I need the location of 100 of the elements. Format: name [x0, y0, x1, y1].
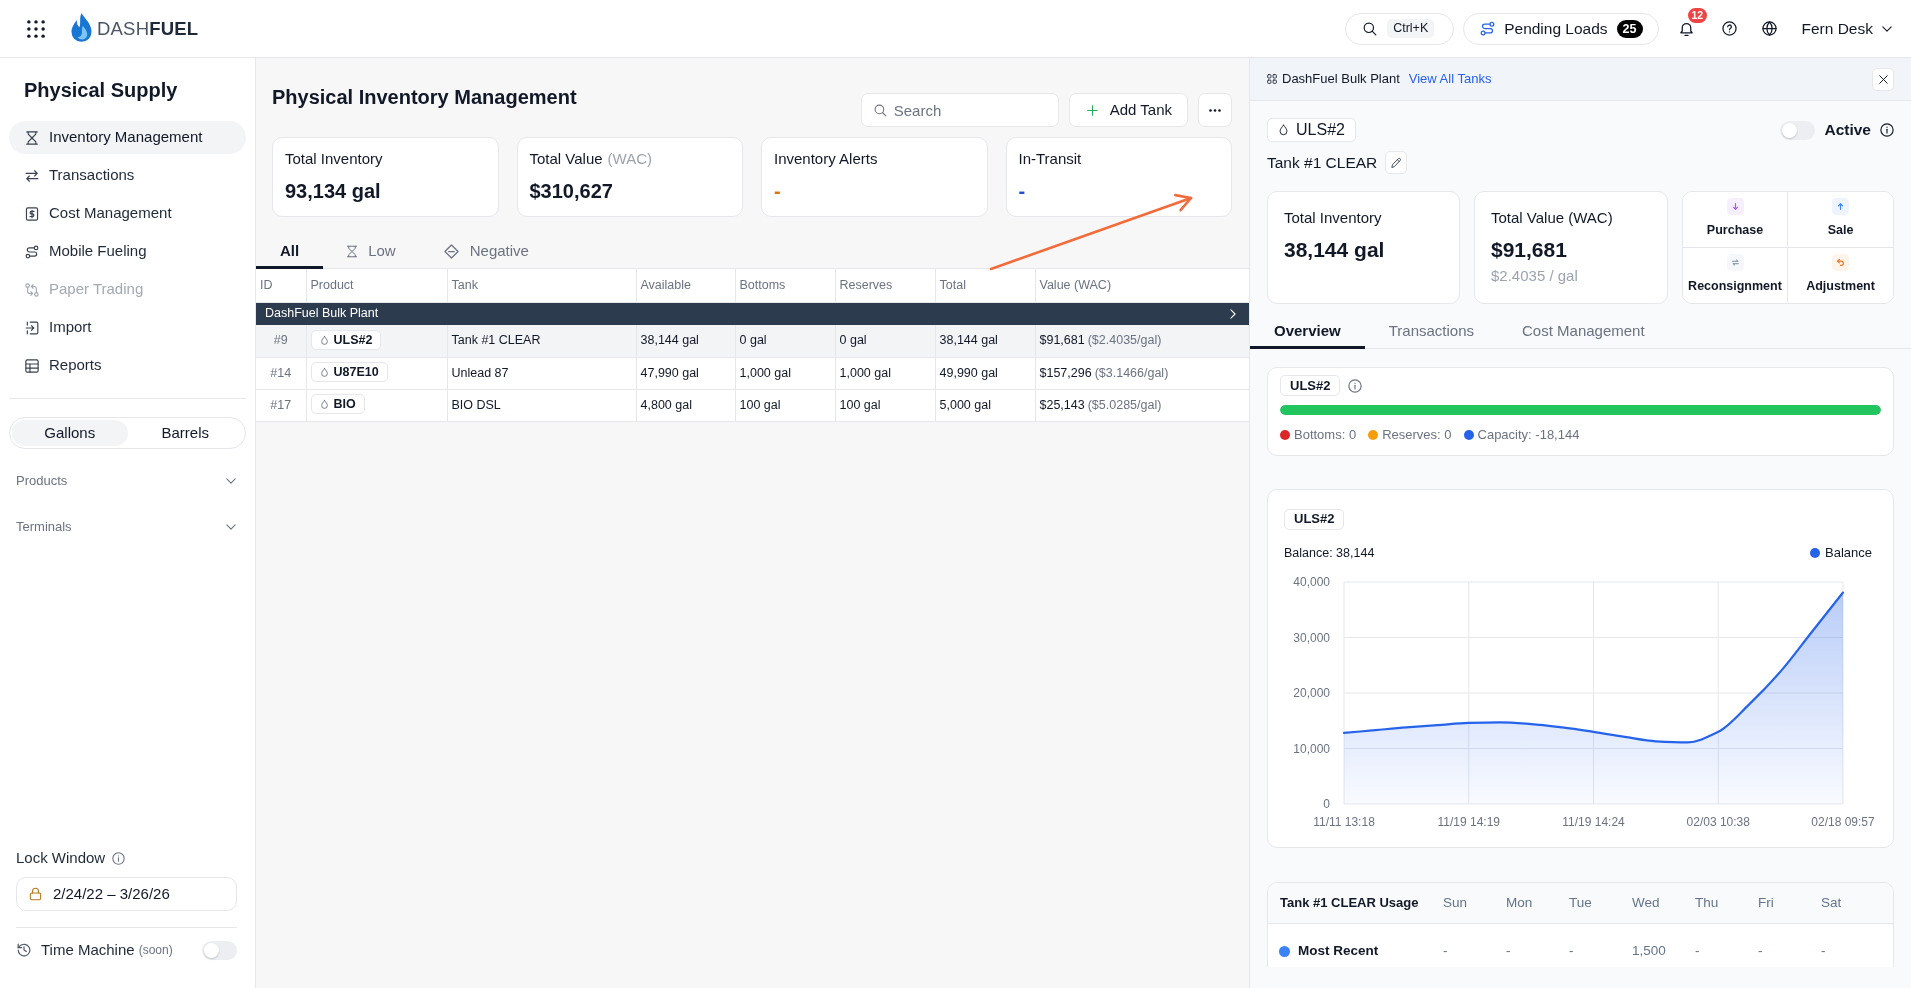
x-axis-label: 02/18 09:57 — [1811, 814, 1875, 829]
column-header: Reserves — [835, 269, 935, 302]
value-rate: ($2.4035/gal) — [1087, 333, 1162, 348]
day-header: Sat — [1821, 883, 1893, 924]
edit-button[interactable] — [1385, 151, 1408, 175]
route-icon — [1480, 21, 1496, 36]
notifications-icon[interactable] — [1678, 20, 1694, 37]
table-cell: BIO DSL — [447, 389, 636, 421]
usage-value: 1,500 — [1632, 923, 1695, 967]
stat-label: Total Value — [529, 150, 603, 168]
day-header: Tue — [1569, 883, 1632, 924]
logo-text: DASHFUEL — [97, 16, 199, 41]
legend-label: Bottoms: 0 — [1294, 427, 1357, 444]
day-header: Thu — [1695, 883, 1758, 924]
tab[interactable]: Negative — [419, 235, 553, 268]
language-icon[interactable] — [1761, 21, 1777, 36]
pending-loads-button[interactable]: Pending Loads 25 — [1463, 12, 1659, 45]
apps-grid-icon[interactable] — [27, 19, 45, 38]
user-menu[interactable]: Fern Desk — [1801, 16, 1892, 41]
diamond-minus-icon — [443, 244, 459, 259]
sidebar-item[interactable]: Transactions — [9, 159, 246, 192]
active-toggle[interactable] — [1780, 120, 1816, 140]
table-row[interactable]: #14 U87E10 Unlead 87 47,990 gal 1,000 gal 1,000 gal 49,990 gal $157,296 ($3.1466/gal) — [256, 357, 1249, 389]
notification-count: 12 — [1687, 7, 1708, 23]
tab[interactable]: Overview — [1250, 314, 1365, 349]
usage-value: - — [1695, 923, 1758, 967]
table-cell: 38,144 gal — [935, 325, 1035, 357]
column-header: Product — [306, 269, 447, 302]
filter-dropdown[interactable]: Products — [9, 467, 246, 495]
column-header: ID — [256, 269, 306, 302]
flame-logo-icon — [71, 13, 92, 44]
arrows-icon — [25, 168, 39, 183]
table-cell: 5,000 gal — [935, 389, 1035, 421]
hourglass-icon — [347, 245, 358, 258]
stat-value: - — [1018, 179, 1027, 203]
table-cell: #9 — [256, 325, 306, 357]
stat-value: 38,144 gal — [1284, 237, 1386, 264]
product-tag: ULS#2 — [1280, 375, 1341, 397]
stat-value: $91,681 — [1491, 237, 1568, 264]
usage-value: - — [1443, 923, 1506, 967]
chevron-down-icon — [226, 478, 236, 484]
table-cell: 4,800 gal — [636, 389, 735, 421]
info-icon[interactable] — [1880, 123, 1894, 137]
pending-count: 25 — [1616, 19, 1643, 38]
table-row[interactable]: #9 ULS#2 Tank #1 CLEAR 38,144 gal 0 gal 0 gal 38,144 gal $91,681 ($2.4035/gal) — [256, 325, 1249, 357]
table-cell: 47,990 gal — [636, 357, 735, 389]
filter-dropdown[interactable]: Terminals — [9, 513, 246, 541]
soon-note: (soon) — [138, 942, 173, 959]
sidebar-item[interactable]: Cost Management — [9, 197, 246, 230]
sidebar-item[interactable]: Mobile Fueling — [9, 235, 246, 268]
help-icon[interactable] — [1721, 21, 1737, 36]
keyboard-shortcut: Ctrl+K — [1387, 19, 1435, 38]
x-axis-label: 11/11 13:18 — [1313, 814, 1375, 829]
tab[interactable]: All — [256, 235, 324, 268]
table-row[interactable]: #17 BIO BIO DSL 4,800 gal 100 gal 100 gal 5,000 gal $25,143 ($5.0285/gal) — [256, 389, 1249, 421]
usage-title: Tank #1 CLEAR Usage — [1268, 883, 1443, 924]
swap-arrows-icon — [1726, 253, 1744, 271]
sidebar-item[interactable]: Inventory Management — [9, 121, 246, 154]
product-name: ULS#2 — [1296, 120, 1345, 140]
add-tank-button[interactable]: Add Tank — [1068, 93, 1188, 127]
search-field[interactable]: Search — [860, 93, 1059, 127]
import-icon — [25, 320, 39, 335]
time-machine-label: Time Machine — [41, 939, 135, 960]
day-header: Mon — [1506, 883, 1569, 924]
more-icon — [1209, 108, 1221, 112]
page-title: Physical Inventory Management — [272, 85, 577, 109]
unit-option[interactable]: Barrels — [127, 420, 243, 446]
product-name: BIO — [333, 396, 356, 413]
drop-icon — [319, 334, 329, 346]
table-cell: #17 — [256, 389, 306, 421]
tab[interactable]: Low — [323, 235, 420, 268]
time-machine-toggle[interactable] — [202, 940, 237, 960]
table-cell: 100 gal — [835, 389, 935, 421]
tab[interactable]: Transactions — [1364, 314, 1499, 349]
action-button[interactable]: Reconsignment — [1683, 247, 1788, 304]
stat-value: 93,134 gal — [285, 179, 382, 203]
group-row[interactable]: DashFuel Bulk Plant — [256, 302, 1249, 325]
y-axis-label: 30,000 — [1293, 630, 1330, 645]
close-button[interactable] — [1872, 67, 1894, 91]
search-button[interactable]: Ctrl+K — [1345, 12, 1455, 45]
action-button[interactable]: Sale — [1788, 192, 1893, 248]
y-axis-label: 0 — [1323, 796, 1330, 811]
table-cell: Unlead 87 — [447, 357, 636, 389]
date-range-field[interactable]: 2/24/22 – 3/26/26 — [16, 877, 237, 911]
stat-label: Inventory Alerts — [774, 150, 878, 168]
usage-value: - — [1506, 923, 1569, 967]
action-button[interactable]: Purchase — [1683, 192, 1788, 248]
view-all-link[interactable]: View All Tanks — [1408, 69, 1492, 89]
sidebar-item[interactable]: Import — [9, 311, 246, 344]
table-cell: Tank #1 CLEAR — [447, 325, 636, 357]
usage-row-label: Most Recent — [1298, 942, 1379, 961]
stat-label: In-Transit — [1018, 150, 1082, 168]
x-axis-label: 11/19 14:19 — [1437, 814, 1500, 829]
search-icon — [1363, 21, 1378, 36]
unit-option[interactable]: Gallons — [12, 420, 128, 446]
caret-icon — [1882, 25, 1892, 32]
table-cell: 0 gal — [735, 325, 835, 357]
exchange-icon — [25, 282, 39, 297]
tab[interactable]: Cost Management — [1498, 314, 1669, 349]
sidebar-item[interactable]: Reports — [9, 349, 246, 382]
